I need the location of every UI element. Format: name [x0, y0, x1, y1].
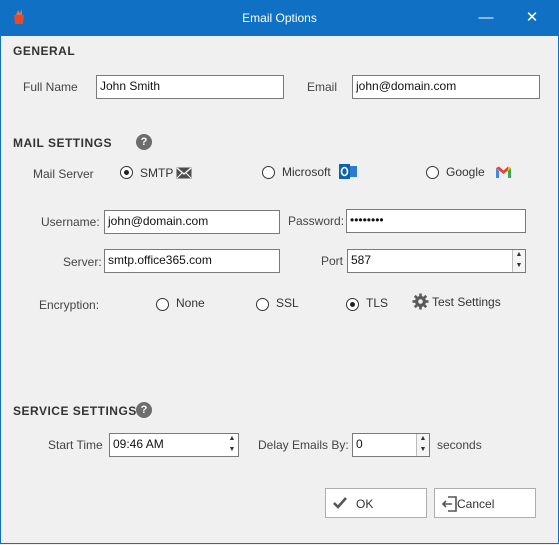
password-input[interactable]: ••••••••	[346, 209, 526, 233]
test-settings-button[interactable]: Test Settings	[412, 293, 512, 311]
password-label: Password:	[288, 214, 345, 228]
port-stepper[interactable]: ▲ ▼	[512, 250, 525, 272]
encryption-tls-label: TLS	[366, 296, 389, 310]
start-time-input[interactable]: 09:46 AM ▲ ▼	[109, 433, 239, 457]
minimize-button[interactable]: —	[463, 0, 509, 36]
general-section-title: GENERAL	[13, 44, 76, 58]
start-time-label: Start Time	[48, 438, 103, 452]
port-label: Port	[321, 254, 344, 268]
ok-button[interactable]: OK	[325, 488, 427, 518]
microsoft-label: Microsoft	[282, 165, 331, 179]
minimize-icon: —	[478, 9, 494, 26]
google-label: Google	[446, 165, 485, 179]
mail-settings-help-icon[interactable]: ?	[136, 134, 152, 150]
checkmark-icon	[333, 497, 347, 509]
outlook-icon	[339, 164, 357, 179]
port-down-icon[interactable]: ▼	[513, 261, 525, 272]
encryption-ssl-radio[interactable]	[256, 298, 269, 311]
full-name-input[interactable]: John Smith	[96, 75, 284, 99]
title-bar: Email Options — ✕	[0, 0, 559, 36]
delay-value: 0	[356, 437, 363, 451]
mail-server-label: Mail Server	[33, 167, 94, 181]
encryption-ssl-label: SSL	[276, 296, 299, 310]
delay-stepper[interactable]: ▲ ▼	[416, 434, 429, 456]
close-button[interactable]: ✕	[509, 0, 555, 36]
mail-settings-section-title: MAIL SETTINGS	[13, 136, 112, 150]
start-time-down-icon[interactable]: ▼	[226, 445, 238, 456]
cancel-button[interactable]: Cancel	[434, 488, 536, 518]
smtp-radio[interactable]	[120, 166, 133, 179]
test-settings-label: Test Settings	[432, 295, 501, 309]
username-input[interactable]: john@domain.com	[104, 210, 280, 234]
start-time-stepper[interactable]: ▲ ▼	[226, 434, 238, 456]
smtp-label: SMTP	[140, 166, 174, 180]
google-radio[interactable]	[426, 166, 439, 179]
email-input[interactable]: john@domain.com	[352, 75, 540, 99]
start-time-value: 09:46 AM	[113, 437, 164, 451]
delay-up-icon[interactable]: ▲	[417, 434, 429, 445]
encryption-none-radio[interactable]	[156, 298, 169, 311]
server-input[interactable]: smtp.office365.com	[104, 249, 280, 273]
delay-unit-label: seconds	[437, 438, 482, 452]
gear-icon	[412, 293, 429, 310]
delay-label: Delay Emails By:	[258, 438, 349, 452]
port-value: 587	[351, 253, 372, 267]
gmail-icon	[496, 166, 511, 178]
envelope-icon	[176, 167, 192, 179]
encryption-tls-radio[interactable]	[346, 298, 359, 311]
email-label: Email	[307, 80, 338, 94]
delay-input[interactable]: 0 ▲ ▼	[352, 433, 430, 457]
service-settings-section-title: SERVICE SETTINGS	[13, 404, 137, 418]
start-time-up-icon[interactable]: ▲	[226, 434, 238, 445]
username-label: Username:	[41, 215, 100, 229]
encryption-none-label: None	[176, 296, 205, 310]
port-up-icon[interactable]: ▲	[513, 250, 525, 261]
delay-down-icon[interactable]: ▼	[417, 445, 429, 456]
close-icon: ✕	[525, 9, 539, 26]
microsoft-radio[interactable]	[262, 166, 275, 179]
encryption-label: Encryption:	[39, 298, 100, 312]
cancel-label: Cancel	[457, 497, 495, 511]
port-input[interactable]: 587 ▲ ▼	[347, 249, 526, 273]
window-body	[0, 36, 559, 544]
server-label: Server:	[63, 255, 102, 269]
full-name-label: Full Name	[23, 80, 78, 94]
service-settings-help-icon[interactable]: ?	[136, 402, 152, 418]
ok-label: OK	[356, 497, 374, 511]
